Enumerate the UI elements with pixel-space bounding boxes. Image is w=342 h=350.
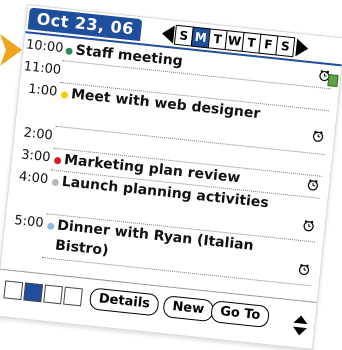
palm-calendar-device: Oct 23, 06 S M T W T F S 10:00 Staff mee… bbox=[0, 4, 342, 350]
details-button[interactable]: Details bbox=[89, 287, 160, 316]
time-label: 2:00 bbox=[16, 125, 53, 144]
category-dot bbox=[61, 91, 69, 99]
agenda-list: 10:00 Staff meeting 11:00 1:00 Meet with… bbox=[1, 33, 342, 301]
day-saturday[interactable]: S bbox=[275, 35, 295, 57]
category-dot bbox=[54, 157, 62, 165]
alarm-clock-icon bbox=[306, 178, 319, 191]
day-view-button[interactable] bbox=[3, 280, 23, 300]
scroll-icon[interactable] bbox=[291, 313, 309, 339]
note-icon[interactable] bbox=[327, 74, 338, 87]
previous-week-arrow-icon[interactable] bbox=[161, 24, 175, 43]
goto-button[interactable]: Go To bbox=[210, 300, 270, 328]
alarm-clock-icon bbox=[297, 263, 310, 276]
time-label: 4:00 bbox=[11, 169, 48, 188]
week-view-button[interactable] bbox=[23, 282, 43, 302]
time-label: 5:00 bbox=[7, 212, 44, 231]
time-label: 3:00 bbox=[14, 147, 51, 166]
list-view-button[interactable] bbox=[63, 287, 83, 307]
alarm-clock-icon bbox=[311, 130, 324, 143]
alarm-clock-icon bbox=[302, 219, 315, 232]
time-label: 1:00 bbox=[21, 81, 58, 100]
category-dot bbox=[51, 179, 59, 187]
month-view-button[interactable] bbox=[43, 285, 63, 305]
next-week-arrow-icon[interactable] bbox=[295, 39, 309, 58]
category-dot bbox=[65, 47, 73, 55]
time-label: 10:00 bbox=[25, 37, 62, 56]
time-label: 11:00 bbox=[23, 59, 60, 78]
new-button[interactable]: New bbox=[162, 295, 214, 322]
category-dot bbox=[47, 222, 55, 230]
